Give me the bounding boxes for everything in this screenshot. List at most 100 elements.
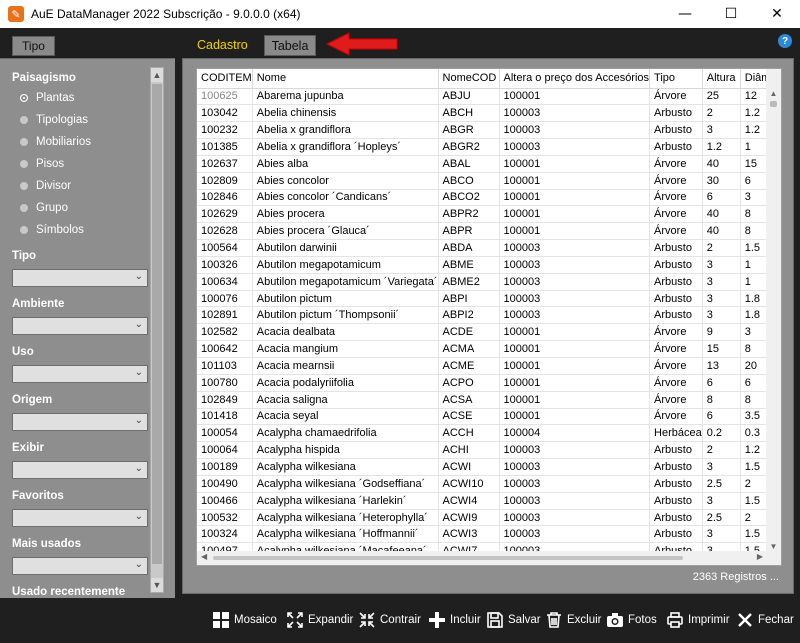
table-cell[interactable]: ABPI <box>438 290 500 308</box>
table-cell[interactable]: Abies procera <box>252 205 439 224</box>
horizontal-scrollbar[interactable]: ◀ ▶ <box>197 551 781 565</box>
table-cell[interactable]: 101418 <box>197 408 253 426</box>
table-cell[interactable]: 102849 <box>197 391 253 409</box>
table-cell[interactable]: Arbusto <box>649 492 703 510</box>
table-cell[interactable]: 100780 <box>197 374 253 392</box>
radio-item[interactable]: Mobiliarios <box>12 131 149 153</box>
table-cell[interactable]: 40 <box>702 155 741 173</box>
table-cell[interactable]: 102891 <box>197 306 253 325</box>
table-cell[interactable]: ABGR2 <box>438 138 500 156</box>
table-cell[interactable]: Acacia seyal <box>252 408 439 426</box>
table-cell[interactable]: 100642 <box>197 340 253 358</box>
table-cell[interactable]: Árvore <box>649 374 703 392</box>
table-cell[interactable]: 100001 <box>499 155 651 173</box>
table-cell[interactable]: ABME2 <box>438 273 500 291</box>
table-cell[interactable]: ABAL <box>438 155 500 173</box>
filter-dropdown[interactable]: ⌄ <box>12 269 148 287</box>
table-cell[interactable]: 100001 <box>499 408 651 426</box>
scroll-down-icon[interactable]: ▼ <box>766 542 781 551</box>
table-row[interactable]: 102809 Abies concolor ABCO 100001 Árvore 30 6 <box>197 172 781 190</box>
table-cell[interactable]: 2 <box>702 104 741 123</box>
table-cell[interactable]: ACCH <box>438 424 500 443</box>
table-cell[interactable]: 100003 <box>499 492 651 510</box>
sidebar-scrollbar[interactable]: ▲ ▼ <box>150 67 164 593</box>
table-cell[interactable]: 100001 <box>499 323 651 342</box>
table-cell[interactable]: 100189 <box>197 458 253 476</box>
table-row[interactable]: 102891 Abutilon pictum ´Thompsonii´ ABPI2 1… <box>197 306 781 325</box>
minimize-button[interactable]: — <box>662 0 708 28</box>
table-cell[interactable]: 102582 <box>197 323 253 342</box>
table-cell[interactable]: 15 <box>702 340 741 358</box>
table-cell[interactable]: 100001 <box>499 88 651 106</box>
filter-dropdown[interactable]: ⌄ <box>12 461 148 479</box>
table-cell[interactable]: 25 <box>702 88 741 106</box>
contrair-button[interactable]: Contrair <box>358 608 421 632</box>
imprimir-button[interactable]: Imprimir <box>666 608 730 632</box>
filter-dropdown[interactable]: ⌄ <box>12 317 148 335</box>
table-cell[interactable]: Arbusto <box>649 256 703 274</box>
table-cell[interactable]: 3 <box>702 306 741 325</box>
table-cell[interactable]: Abies concolor <box>252 172 439 190</box>
table-cell[interactable]: Arbusto <box>649 104 703 123</box>
table-cell[interactable]: 100001 <box>499 172 651 190</box>
table-cell[interactable]: ABPR2 <box>438 205 500 224</box>
chevron-down-icon[interactable]: ⌄ <box>135 319 143 330</box>
table-cell[interactable]: Arbusto <box>649 290 703 308</box>
table-cell[interactable]: ACDE <box>438 323 500 342</box>
table-cell[interactable]: 100003 <box>499 475 651 493</box>
table-cell[interactable]: Arbusto <box>649 525 703 544</box>
table-cell[interactable]: ABGR <box>438 121 500 140</box>
close-button[interactable]: ✕ <box>754 0 800 28</box>
table-cell[interactable]: ABCO2 <box>438 189 500 207</box>
radio-item[interactable]: Divisor <box>12 175 149 197</box>
table-cell[interactable]: 1.2 <box>702 138 741 156</box>
table-row[interactable]: 103042 Abelia chinensis ABCH 100003 Arbusto 2… <box>197 104 781 123</box>
table-cell[interactable]: 100001 <box>499 357 651 375</box>
table-cell[interactable]: 2 <box>702 441 741 460</box>
table-cell[interactable]: 2.5 <box>702 475 741 493</box>
table-cell[interactable]: Árvore <box>649 155 703 173</box>
table-row[interactable]: 100625 Abarema jupunba ABJU 100001 Árvore 25 1… <box>197 88 781 106</box>
table-cell[interactable]: ACWI <box>438 458 500 476</box>
table-cell[interactable]: ABME <box>438 256 500 274</box>
table-cell[interactable]: Acalypha wilkesiana ´Heterophylla´ <box>252 509 439 527</box>
table-cell[interactable]: 100634 <box>197 273 253 291</box>
table-cell[interactable]: Abelia x grandiflora ´Hopleys´ <box>252 138 439 156</box>
table-row[interactable]: 101418 Acacia seyal ACSE 100001 Árvore 6 3.5 <box>197 408 781 426</box>
radio-unselected-icon[interactable] <box>20 226 28 234</box>
table-cell[interactable]: 6 <box>702 374 741 392</box>
radio-unselected-icon[interactable] <box>20 182 28 190</box>
table-cell[interactable]: Acacia saligna <box>252 391 439 409</box>
radio-item[interactable]: Grupo <box>12 197 149 219</box>
table-cell[interactable]: 102846 <box>197 189 253 207</box>
filter-dropdown[interactable]: ⌄ <box>12 509 148 527</box>
table-cell[interactable]: 6 <box>702 189 741 207</box>
table-cell[interactable]: Abutilon megapotamicum ´Variegata´ <box>252 273 439 291</box>
table-cell[interactable]: 13 <box>702 357 741 375</box>
table-cell[interactable]: 3 <box>702 525 741 544</box>
table-cell[interactable]: 101103 <box>197 357 253 375</box>
table-cell[interactable]: Abelia chinensis <box>252 104 439 123</box>
table-row[interactable]: 100054 Acalypha chamaedrifolia ACCH 100004 H… <box>197 424 781 443</box>
column-header[interactable]: CODITEM <box>197 69 253 89</box>
table-cell[interactable]: 100001 <box>499 205 651 224</box>
table-cell[interactable]: 3 <box>702 492 741 510</box>
table-cell[interactable]: 100232 <box>197 121 253 140</box>
table-row[interactable]: 100324 Acalypha wilkesiana ´Hoffmannii´ AC… <box>197 525 781 544</box>
filter-dropdown[interactable]: ⌄ <box>12 413 148 431</box>
table-cell[interactable]: ACHI <box>438 441 500 460</box>
table-row[interactable]: 102628 Abies procera ´Glauca´ ABPR 100001 Ár… <box>197 222 781 241</box>
table-row[interactable]: 100564 Abutilon darwinii ABDA 100003 Arbusto… <box>197 239 781 257</box>
table-cell[interactable]: Arbusto <box>649 509 703 527</box>
chevron-down-icon[interactable]: ⌄ <box>135 463 143 474</box>
table-cell[interactable]: 100001 <box>499 340 651 358</box>
table-cell[interactable]: Árvore <box>649 357 703 375</box>
table-cell[interactable]: Acacia mearnsii <box>252 357 439 375</box>
filter-dropdown[interactable]: ⌄ <box>12 557 148 575</box>
table-cell[interactable]: 100003 <box>499 104 651 123</box>
table-row[interactable]: 102846 Abies concolor ´Candicans´ ABCO2 100… <box>197 189 781 207</box>
table-cell[interactable]: 102637 <box>197 155 253 173</box>
table-cell[interactable]: 100003 <box>499 138 651 156</box>
table-cell[interactable]: ACMA <box>438 340 500 358</box>
table-cell[interactable]: 100324 <box>197 525 253 544</box>
